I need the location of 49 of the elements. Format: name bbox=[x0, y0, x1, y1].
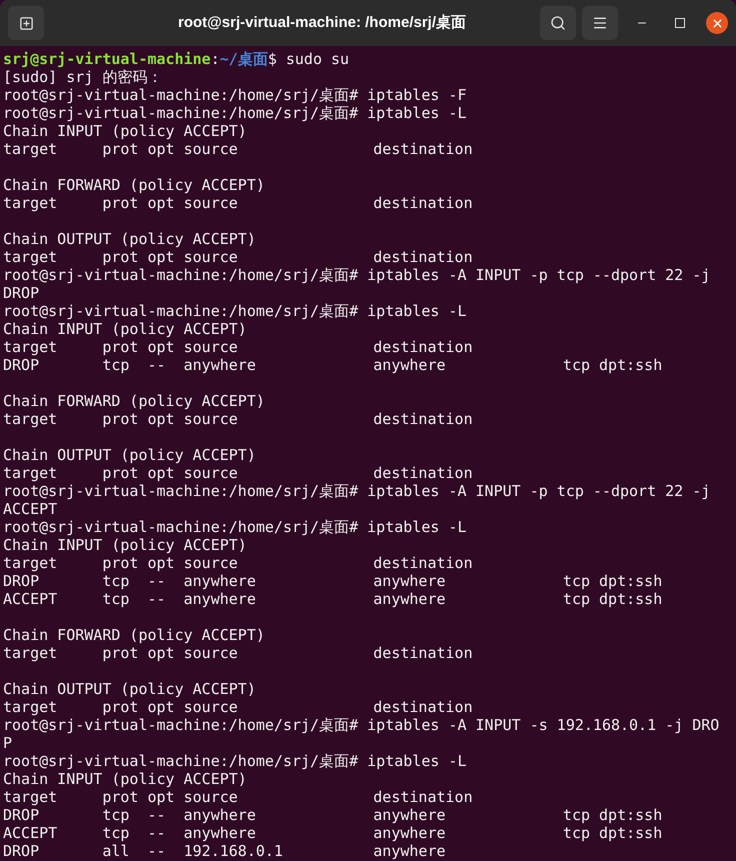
terminal-line: Chain OUTPUT (policy ACCEPT) bbox=[3, 230, 256, 248]
terminal-line: Chain OUTPUT (policy ACCEPT) bbox=[3, 446, 256, 464]
search-button[interactable] bbox=[540, 6, 576, 40]
terminal-line: ACCEPT tcp -- anywhere anywhere tcp dpt:ssh bbox=[3, 824, 662, 842]
terminal-line: DROP tcp -- anywhere anywhere tcp dpt:ssh bbox=[3, 572, 662, 590]
terminal-line: root@srj-virtual-machine:/home/srj/桌面# iptables -L bbox=[3, 302, 466, 320]
maximize-icon bbox=[675, 18, 685, 28]
terminal-line: root@srj-virtual-machine:/home/srj/桌面# iptables -L bbox=[3, 752, 466, 770]
terminal-line: root@srj-virtual-machine:/home/srj/桌面# iptables -A INPUT -s 192.168.0.1 -j DRO bbox=[3, 716, 720, 734]
terminal-line: P bbox=[3, 734, 12, 752]
search-icon bbox=[550, 15, 566, 31]
terminal-line: target prot opt source destination bbox=[3, 464, 473, 482]
terminal-line: target prot opt source destination bbox=[3, 554, 473, 572]
window-title: root@srj-virtual-machine: /home/srj/桌面 bbox=[178, 12, 466, 33]
terminal-line: target prot opt source destination bbox=[3, 410, 473, 428]
terminal-line: Chain FORWARD (policy ACCEPT) bbox=[3, 626, 265, 644]
terminal-line: root@srj-virtual-machine:/home/srj/桌面# iptables -L bbox=[3, 104, 466, 122]
terminal-line: ACCEPT bbox=[3, 500, 58, 518]
terminal-line: Chain INPUT (policy ACCEPT) bbox=[3, 536, 247, 554]
terminal-line: root@srj-virtual-machine:/home/srj/桌面# iptables -L bbox=[3, 518, 466, 536]
prompt-line: srj@srj-virtual-machine:~/桌面$ sudo su bbox=[3, 50, 350, 68]
terminal-line: Chain INPUT (policy ACCEPT) bbox=[3, 122, 247, 140]
terminal-line: target prot opt source destination bbox=[3, 248, 473, 266]
terminal-line: Chain FORWARD (policy ACCEPT) bbox=[3, 176, 265, 194]
terminal-line: target prot opt source destination bbox=[3, 338, 473, 356]
new-tab-icon bbox=[18, 16, 34, 30]
terminal-line: DROP all -- 192.168.0.1 anywhere bbox=[3, 842, 446, 860]
terminal-line: target prot opt source destination bbox=[3, 194, 473, 212]
terminal-line: root@srj-virtual-machine:/home/srj/桌面# iptables -A INPUT -p tcp --dport 22 -j bbox=[3, 266, 710, 284]
terminal-line: Chain FORWARD (policy ACCEPT) bbox=[3, 392, 265, 410]
terminal-line: DROP tcp -- anywhere anywhere tcp dpt:ssh bbox=[3, 356, 662, 374]
terminal-line: root@srj-virtual-machine:/home/srj/桌面# iptables -A INPUT -p tcp --dport 22 -j bbox=[3, 482, 710, 500]
terminal-line: Chain INPUT (policy ACCEPT) bbox=[3, 770, 247, 788]
terminal-line: root@srj-virtual-machine:/home/srj/桌面# iptables -F bbox=[3, 86, 466, 104]
close-icon bbox=[710, 16, 724, 30]
terminal-line: target prot opt source destination bbox=[3, 140, 473, 158]
menu-icon bbox=[592, 15, 608, 31]
terminal-line: target prot opt source destination bbox=[3, 788, 473, 806]
terminal-line: Chain INPUT (policy ACCEPT) bbox=[3, 320, 247, 338]
terminal-line: DROP tcp -- anywhere anywhere tcp dpt:ssh bbox=[3, 806, 662, 824]
terminal-line: [sudo] srj 的密码： bbox=[3, 68, 162, 86]
new-tab-button[interactable] bbox=[8, 6, 44, 40]
terminal-line: ACCEPT tcp -- anywhere anywhere tcp dpt:ssh bbox=[3, 590, 662, 608]
terminal-line: target prot opt source destination bbox=[3, 698, 473, 716]
terminal-line: target prot opt source destination bbox=[3, 644, 473, 662]
close-button[interactable] bbox=[706, 12, 728, 34]
terminal-line: DROP bbox=[3, 284, 40, 302]
terminal-line: Chain OUTPUT (policy ACCEPT) bbox=[3, 680, 256, 698]
menu-button[interactable] bbox=[582, 6, 618, 40]
